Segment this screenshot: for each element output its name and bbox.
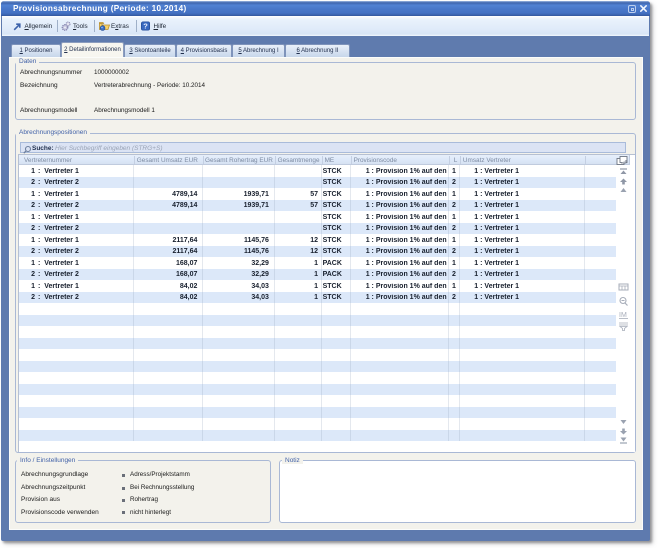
svg-text:?: ? — [143, 21, 148, 30]
svg-text:IM: IM — [619, 312, 627, 319]
